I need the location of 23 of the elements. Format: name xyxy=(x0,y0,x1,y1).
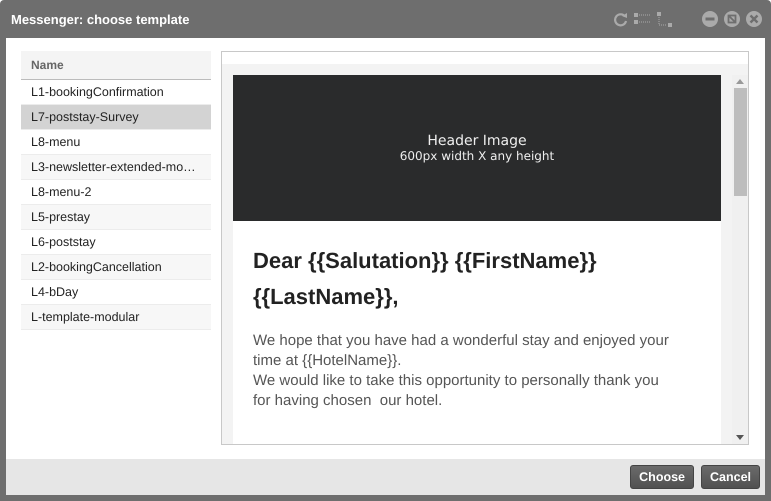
column-header[interactable]: Name xyxy=(21,51,211,80)
template-item[interactable]: L-template-modular xyxy=(21,305,211,330)
refresh-icon[interactable] xyxy=(613,12,628,26)
template-item[interactable]: L2-bookingCancellation xyxy=(21,255,211,280)
scroll-down-icon[interactable] xyxy=(736,435,744,440)
email-paragraph: We hope that you have had a wonderful stay and enjoyed your time at {{HotelName}}. xyxy=(253,331,670,371)
email-paragraph: We would like to take this opportunity to personally thank you for having chosen our hotel. xyxy=(253,371,660,411)
header-image-subtitle: 600px width X any height xyxy=(400,149,554,163)
layout-icon[interactable] xyxy=(634,13,651,25)
template-item[interactable]: L7-poststay-Survey xyxy=(21,105,211,130)
header-image-title: Header Image xyxy=(427,133,527,149)
choose-button[interactable]: Choose xyxy=(630,465,694,489)
minimize-icon[interactable] xyxy=(702,11,718,27)
close-icon[interactable] xyxy=(746,11,762,27)
window-title: Messenger: choose template xyxy=(11,12,190,26)
template-item[interactable]: L3-newsletter-extended-mo… xyxy=(21,155,211,180)
scrollbar-thumb[interactable] xyxy=(734,88,746,196)
scroll-up-icon[interactable] xyxy=(736,79,744,84)
template-item[interactable]: L5-prestay xyxy=(21,205,211,230)
greeting-heading: Dear {{Salutation}} {{FirstName}} {{LastName}}, xyxy=(253,247,598,311)
cancel-button[interactable]: Cancel xyxy=(701,465,760,489)
layout-icon[interactable] xyxy=(657,12,672,26)
restore-icon[interactable] xyxy=(724,11,740,27)
